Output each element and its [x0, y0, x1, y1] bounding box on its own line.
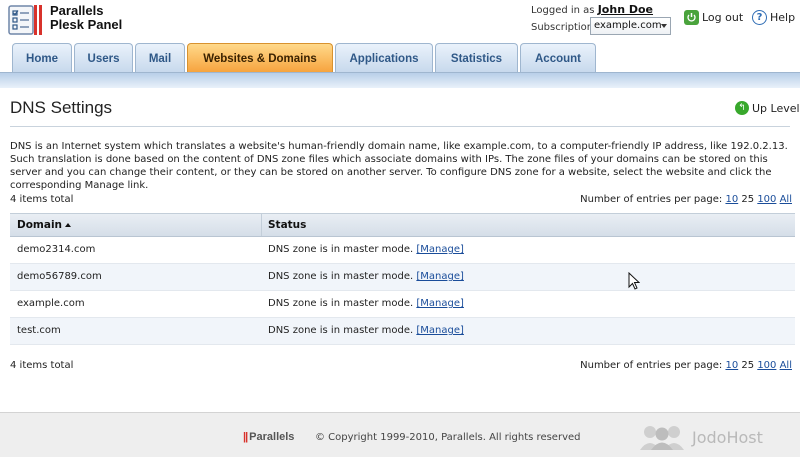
status-cell: DNS zone is in master mode. [Manage]	[268, 271, 464, 282]
page-description: DNS is an Internet system which translat…	[10, 141, 788, 191]
per-page-10[interactable]: 10	[725, 194, 738, 205]
per-page-25: 25	[741, 194, 755, 205]
plesk-logo-icon	[8, 5, 42, 35]
people-icon	[640, 426, 684, 450]
tab-account[interactable]: Account	[520, 43, 596, 73]
table-row: demo2314.com DNS zone is in master mode.…	[10, 237, 795, 264]
subscription-label: Subscription	[531, 22, 594, 33]
page-title: DNS Settings	[10, 98, 113, 117]
tab-statistics[interactable]: Statistics	[435, 43, 518, 73]
parallels-logo-icon: ||	[243, 431, 248, 443]
per-page-all[interactable]: All	[780, 360, 792, 371]
domain-cell: demo56789.com	[17, 271, 102, 282]
manage-link[interactable]: [Manage]	[416, 325, 464, 336]
manage-link[interactable]: [Manage]	[416, 271, 464, 282]
per-page-top: Number of entries per page: 10 25 100 Al…	[580, 194, 792, 205]
tab-mail[interactable]: Mail	[135, 43, 185, 73]
per-page-10[interactable]: 10	[725, 360, 738, 371]
manage-link[interactable]: [Manage]	[416, 244, 464, 255]
watermark: JodoHost	[638, 424, 763, 450]
items-total-bottom: 4 items total	[10, 360, 74, 371]
per-page-bottom: Number of entries per page: 10 25 100 Al…	[580, 360, 792, 371]
footer: || Parallels © Copyright 1999-2010, Paral…	[0, 412, 800, 457]
items-total-top: 4 items total	[10, 194, 74, 205]
sort-ascending-icon	[65, 223, 72, 227]
mouse-cursor-icon	[628, 272, 640, 290]
per-page-25: 25	[741, 360, 755, 371]
per-page-100[interactable]: 100	[757, 360, 776, 371]
main-tabs: Home Users Mail Websites & Domains Appli…	[0, 40, 800, 73]
user-name-link[interactable]: John Doe	[598, 3, 653, 16]
brand-name: Parallels Plesk Panel	[50, 3, 123, 32]
subscription-select[interactable]: example.com	[590, 17, 671, 35]
tab-applications[interactable]: Applications	[335, 43, 433, 73]
footer-brand: || Parallels	[243, 431, 295, 443]
table-row: test.com DNS zone is in master mode. [Ma…	[10, 318, 795, 345]
tab-band	[0, 72, 800, 88]
table-row: example.com DNS zone is in master mode. …	[10, 291, 795, 318]
tab-users[interactable]: Users	[74, 43, 133, 73]
table-row: demo56789.com DNS zone is in master mode…	[10, 264, 795, 291]
up-arrow-icon: ↰	[735, 101, 749, 115]
per-page-100[interactable]: 100	[757, 194, 776, 205]
table-header: Domain Status	[10, 213, 795, 237]
chevron-down-icon	[661, 24, 667, 28]
column-header-status[interactable]: Status	[262, 214, 795, 236]
dns-domains-table: Domain Status demo2314.com DNS zone is i…	[10, 213, 795, 345]
up-level-link[interactable]: ↰ Up Level	[735, 101, 800, 115]
header: Parallels Plesk Panel Logged in as John …	[0, 0, 800, 44]
logout-link[interactable]: Log out	[684, 10, 743, 25]
per-page-all[interactable]: All	[780, 194, 792, 205]
help-icon: ?	[752, 10, 767, 25]
help-link[interactable]: ? Help	[752, 10, 795, 25]
status-cell: DNS zone is in master mode. [Manage]	[268, 244, 464, 255]
copyright: © Copyright 1999-2010, Parallels. All ri…	[315, 432, 581, 443]
column-header-domain[interactable]: Domain	[10, 214, 262, 236]
logged-in-info: Logged in as John Doe	[531, 3, 654, 16]
status-cell: DNS zone is in master mode. [Manage]	[268, 325, 464, 336]
status-cell: DNS zone is in master mode. [Manage]	[268, 298, 464, 309]
tab-home[interactable]: Home	[12, 43, 72, 73]
domain-cell: example.com	[17, 298, 85, 309]
domain-cell: test.com	[17, 325, 61, 336]
domain-cell: demo2314.com	[17, 244, 96, 255]
logout-icon	[684, 10, 699, 25]
title-divider	[10, 126, 790, 127]
tab-websites-domains[interactable]: Websites & Domains	[187, 43, 333, 73]
manage-link[interactable]: [Manage]	[416, 298, 464, 309]
